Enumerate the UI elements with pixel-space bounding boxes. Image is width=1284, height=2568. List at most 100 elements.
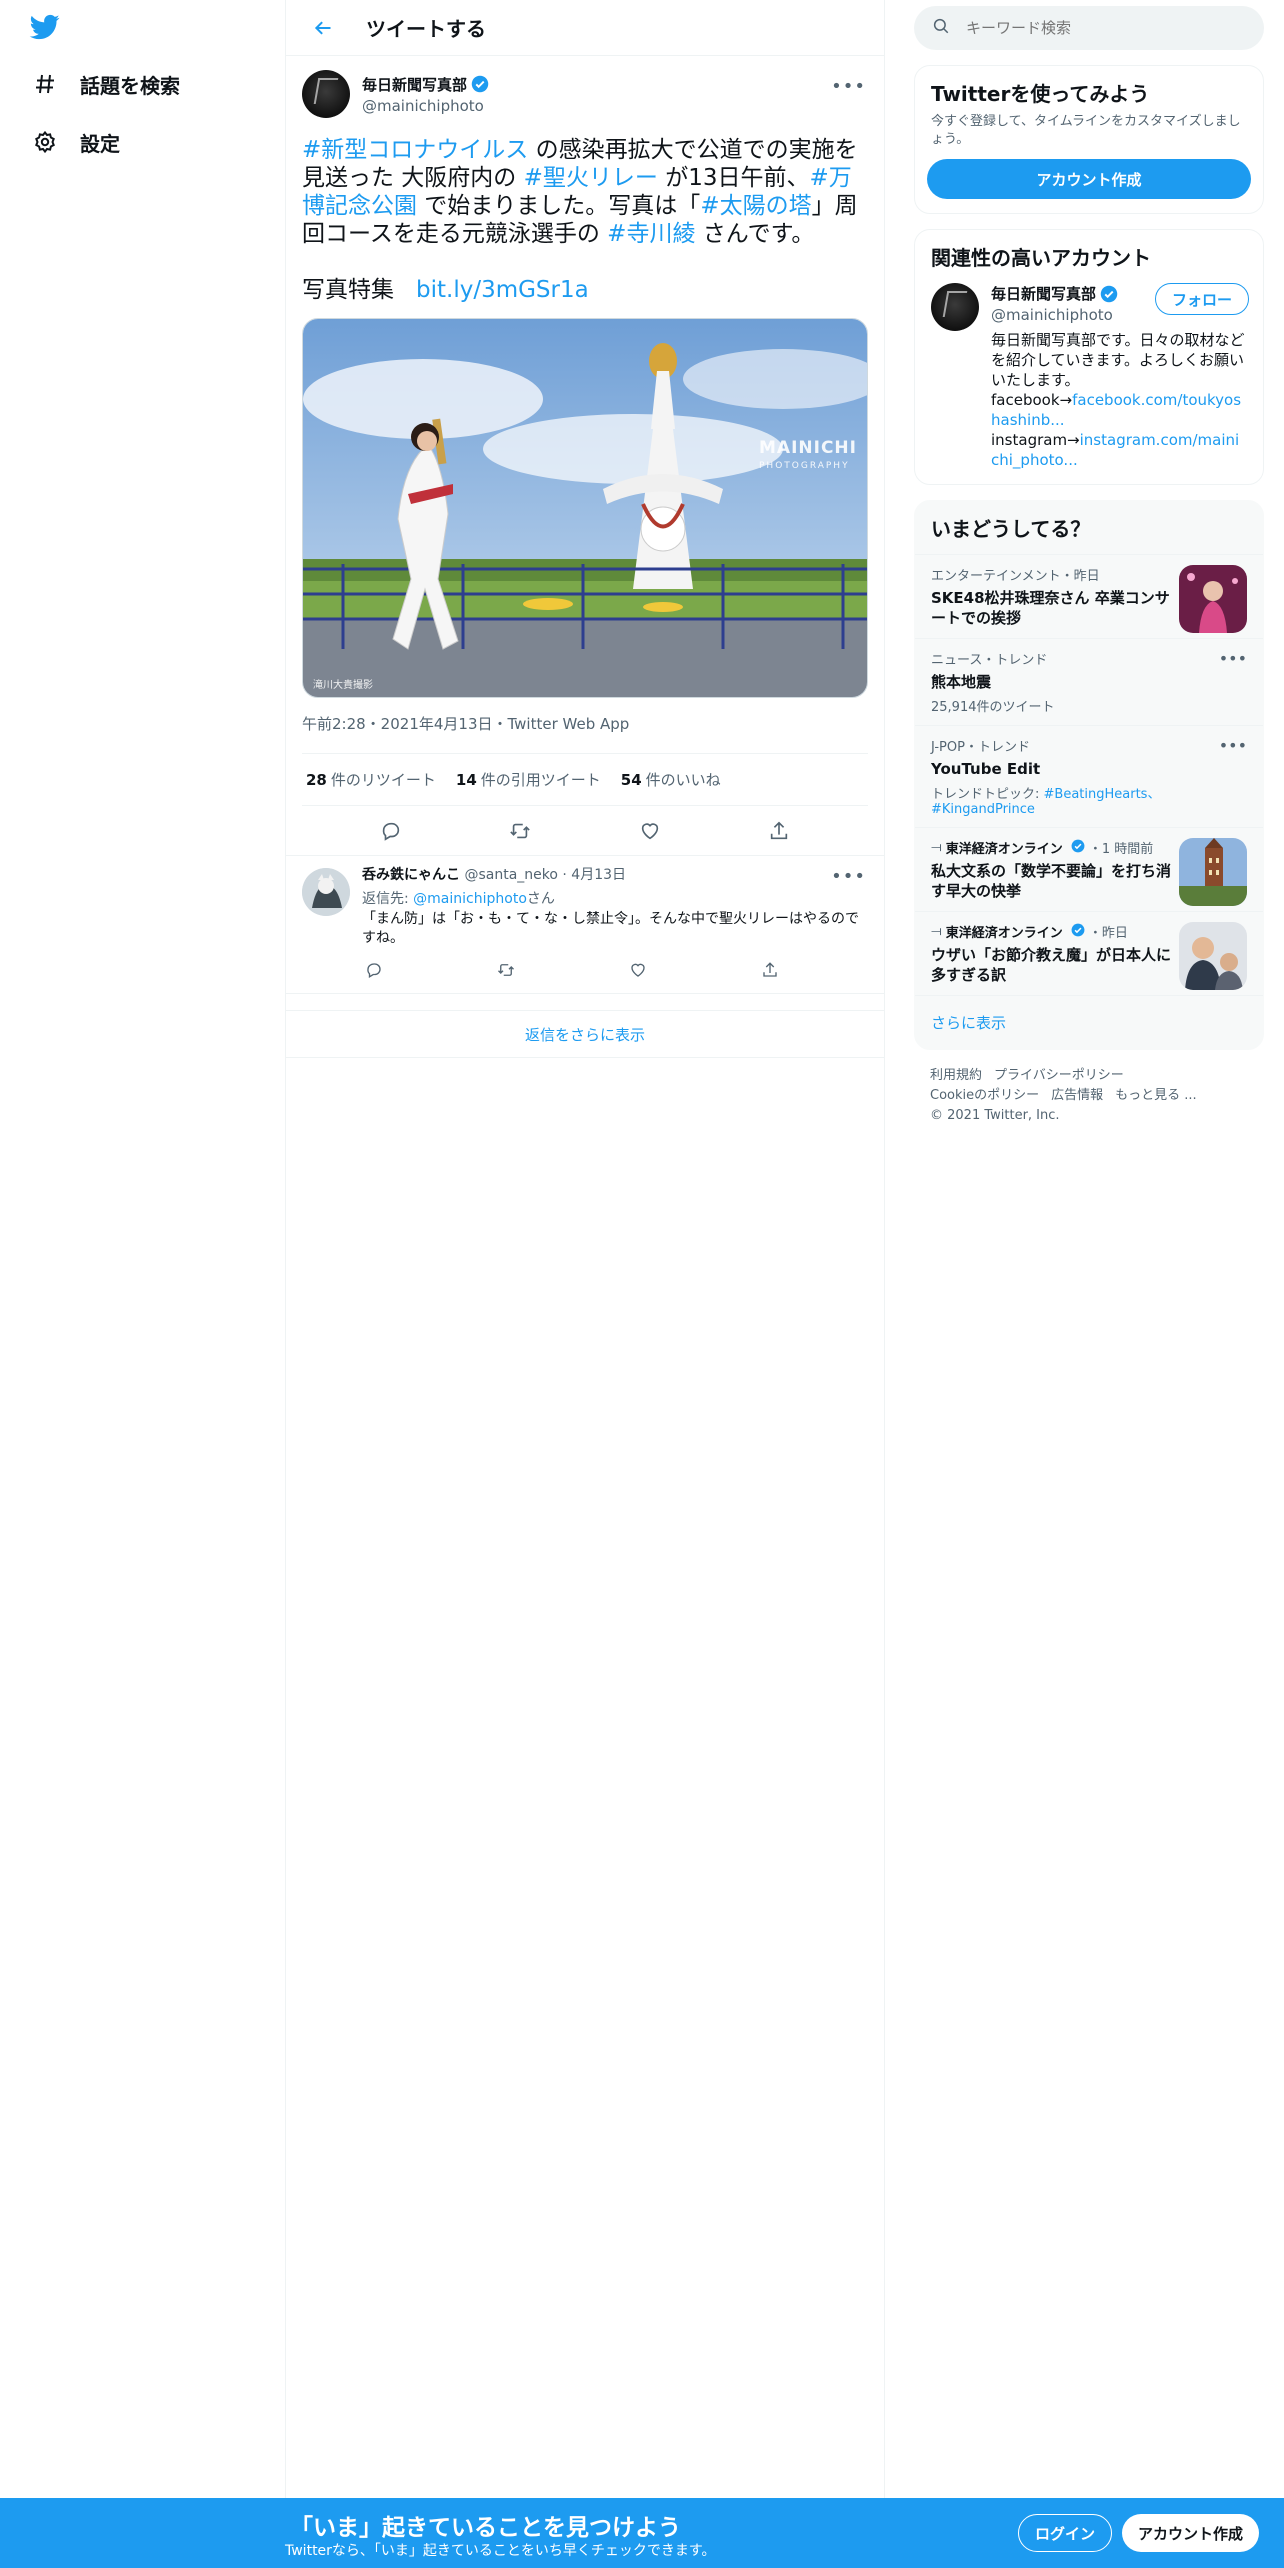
footer-link[interactable]: プライバシーポリシー <box>994 1068 1124 1083</box>
create-account-button[interactable]: アカウント作成 <box>927 159 1251 199</box>
signup-button[interactable]: アカウント作成 <box>1122 2514 1260 2552</box>
reply-author-handle[interactable]: @santa_neko <box>464 867 557 883</box>
hashtag-link[interactable]: #寺川綾 <box>607 221 695 247</box>
tweet-photo[interactable]: MAINICHI PHOTOGRAPHY 滝川大貴撮影 <box>302 318 868 698</box>
reply-header: 呑み鉄にゃんこ @santa_neko · 4月13日 <box>362 866 868 884</box>
trend-item[interactable]: ⟞ 東洋経済オンライン ・昨日 ウザい「お節介教え魔」が日本人に多すぎる訳 <box>915 911 1263 995</box>
reply-icon[interactable] <box>373 813 409 849</box>
search-bar[interactable] <box>914 6 1264 50</box>
nav-explore[interactable]: 話題を検索 <box>32 62 180 106</box>
retweet-icon[interactable] <box>494 958 518 982</box>
trends-card: いまどうしてる？ エンターテインメント・昨日 SKE48松井珠理奈さん 卒業コン… <box>914 500 1264 1050</box>
bottom-bar-title: 「いま」起きていることを見つけよう <box>290 2515 681 2541</box>
hashtag-link[interactable]: #聖火リレー <box>524 165 658 191</box>
more-options-icon[interactable]: ••• <box>1219 736 1247 755</box>
trend-item[interactable]: エンターテインメント・昨日 SKE48松井珠理奈さん 卒業コンサートでの挨拶 <box>915 554 1263 638</box>
tweet-actions <box>286 806 884 856</box>
news-source-icon: ⟞ <box>931 924 942 939</box>
page-header: ツイートする <box>286 0 884 56</box>
author-handle[interactable]: @mainichiphoto <box>362 97 489 115</box>
tweet-author: 毎日新聞写真部 @mainichiphoto ••• <box>302 66 868 122</box>
related-accounts-card: 関連性の高いアカウント 毎日新聞写真部 @mainichiphoto 毎日新聞写… <box>914 229 1264 485</box>
show-more-replies-button[interactable]: 返信をさらに表示 <box>286 1010 884 1058</box>
photo-feature-link[interactable]: bit.ly/3mGSr1a <box>416 277 589 303</box>
quote-count[interactable]: 14 件の引用ツイート <box>456 769 601 790</box>
trend-thumbnail <box>1179 922 1247 990</box>
retweet-count[interactable]: 28 件のリツイート <box>306 769 436 790</box>
reply-date[interactable]: · 4月13日 <box>562 867 626 883</box>
footer-link[interactable]: 利用規約 <box>930 1068 982 1083</box>
reply-tweet[interactable]: 呑み鉄にゃんこ @santa_neko · 4月13日 返信先: @mainic… <box>286 856 884 994</box>
avatar[interactable] <box>302 70 350 118</box>
main-tweet: 毎日新聞写真部 @mainichiphoto ••• #新型コロナウイルス の感… <box>286 56 884 856</box>
hashtag-link[interactable]: #新型コロナウイルス <box>302 137 528 163</box>
like-count[interactable]: 54 件のいいね <box>621 769 721 790</box>
nav-explore-label: 話題を検索 <box>80 73 180 98</box>
back-arrow-icon[interactable] <box>306 11 340 45</box>
author-name[interactable]: 毎日新聞写真部 <box>362 74 467 95</box>
related-account[interactable]: 毎日新聞写真部 @mainichiphoto 毎日新聞写真部です。日々の取材など… <box>915 277 1263 484</box>
tweet-text-segment: で始まりました。写真は「 <box>417 193 701 219</box>
footer-link[interactable]: Cookieのポリシー <box>930 1088 1039 1103</box>
verified-badge-icon <box>1071 923 1089 941</box>
reply-author-name[interactable]: 呑み鉄にゃんこ <box>362 867 460 883</box>
tweet-meta[interactable]: 午前2:28・2021年4月13日・Twitter Web App <box>302 714 868 754</box>
footer-link[interactable]: もっと見る ... <box>1115 1088 1197 1103</box>
reply-to-line: 返信先: @mainichiphotoさん <box>362 891 555 907</box>
search-icon <box>932 17 950 39</box>
like-icon[interactable] <box>626 958 650 982</box>
nav-settings-label: 設定 <box>80 131 120 156</box>
signup-card: Twitterを使ってみよう 今すぐ登録して、タイムラインをカスタマイズしましょ… <box>914 65 1264 214</box>
login-button[interactable]: ログイン <box>1018 2514 1113 2552</box>
twitter-logo-icon[interactable] <box>28 12 62 42</box>
follow-button[interactable]: フォロー <box>1154 283 1249 315</box>
photo-watermark: MAINICHI PHOTOGRAPHY <box>759 438 857 471</box>
footer-link[interactable]: 広告情報 <box>1051 1088 1103 1103</box>
hashtag-icon <box>32 71 58 97</box>
search-input[interactable] <box>966 19 1226 37</box>
trend-thumbnail <box>1179 565 1247 633</box>
verified-badge-icon <box>1071 839 1089 857</box>
verified-badge-icon <box>471 75 489 93</box>
reply-text: 「まん防」は「お・も・て・な・し禁止令」。そんな中で聖火リレーはやるのですね。 <box>362 911 859 946</box>
share-icon[interactable] <box>761 813 797 849</box>
bottom-bar-subtitle: Twitterなら、「いま」起きていることをいち早くチェックできます。 <box>285 2543 716 2559</box>
reply-to-handle[interactable]: @mainichiphoto <box>413 891 527 907</box>
tweet-text-segment: が13日午前、 <box>657 165 810 191</box>
more-options-icon[interactable]: ••• <box>831 76 866 97</box>
photo-feature-line: 写真特集 bit.ly/3mGSr1a <box>302 276 868 304</box>
footer: 利用規約 プライバシーポリシー Cookieのポリシー 広告情報 もっと見る ... … <box>914 1050 1264 1142</box>
main-column: ツイートする 毎日新聞写真部 @mainichiphoto ••• #新型コロナ… <box>285 0 885 2500</box>
show-more-trends-link[interactable]: さらに表示 <box>915 995 1263 1049</box>
more-options-icon[interactable]: ••• <box>1219 649 1247 668</box>
related-card-title: 関連性の高いアカウント <box>931 246 1151 270</box>
signup-card-subtitle: 今すぐ登録して、タイムラインをカスタマイズしましょう。 <box>931 114 1241 147</box>
hashtag-link[interactable]: #太陽の塔 <box>700 193 811 219</box>
left-navigation: 話題を検索 設定 <box>0 0 285 2568</box>
reply-icon[interactable] <box>362 958 386 982</box>
more-options-icon[interactable]: ••• <box>831 866 866 887</box>
trend-thumbnail <box>1179 838 1247 906</box>
right-sidebar: Twitterを使ってみよう 今すぐ登録して、タイムラインをカスタマイズしましょ… <box>914 0 1264 1142</box>
share-icon[interactable] <box>758 958 782 982</box>
bottom-signup-bar: 「いま」起きていることを見つけよう Twitterなら、「いま」起きていることを… <box>0 2498 1284 2568</box>
news-source-icon: ⟞ <box>931 840 942 855</box>
verified-badge-icon <box>1100 285 1118 303</box>
tweet-stats: 28 件のリツイート 14 件の引用ツイート 54 件のいいね <box>302 754 868 806</box>
related-account-name[interactable]: 毎日新聞写真部 <box>991 283 1096 304</box>
avatar[interactable] <box>931 283 979 331</box>
trend-item[interactable]: J-POP・トレンド YouTube Edit トレンドトピック: #Beati… <box>915 725 1263 827</box>
photo-credit: 滝川大貴撮影 <box>313 680 373 691</box>
reply-actions <box>362 958 782 982</box>
signup-card-title: Twitterを使ってみよう <box>931 82 1150 106</box>
trend-item[interactable]: ニュース・トレンド 熊本地震 25,914件のツイート ••• <box>915 638 1263 725</box>
page-title: ツイートする <box>366 17 486 41</box>
tweet-text: #新型コロナウイルス の感染再拡大で公道での実施を見送った 大阪府内の #聖火リ… <box>302 136 868 248</box>
gear-icon <box>32 129 58 155</box>
photo-feature-label: 写真特集 <box>302 277 394 303</box>
nav-settings[interactable]: 設定 <box>32 120 120 164</box>
trend-item[interactable]: ⟞ 東洋経済オンライン ・1 時間前 私大文系の「数学不要論」を打ち消す早大の快挙 <box>915 827 1263 911</box>
retweet-icon[interactable] <box>502 813 538 849</box>
avatar[interactable] <box>302 868 350 916</box>
like-icon[interactable] <box>632 813 668 849</box>
